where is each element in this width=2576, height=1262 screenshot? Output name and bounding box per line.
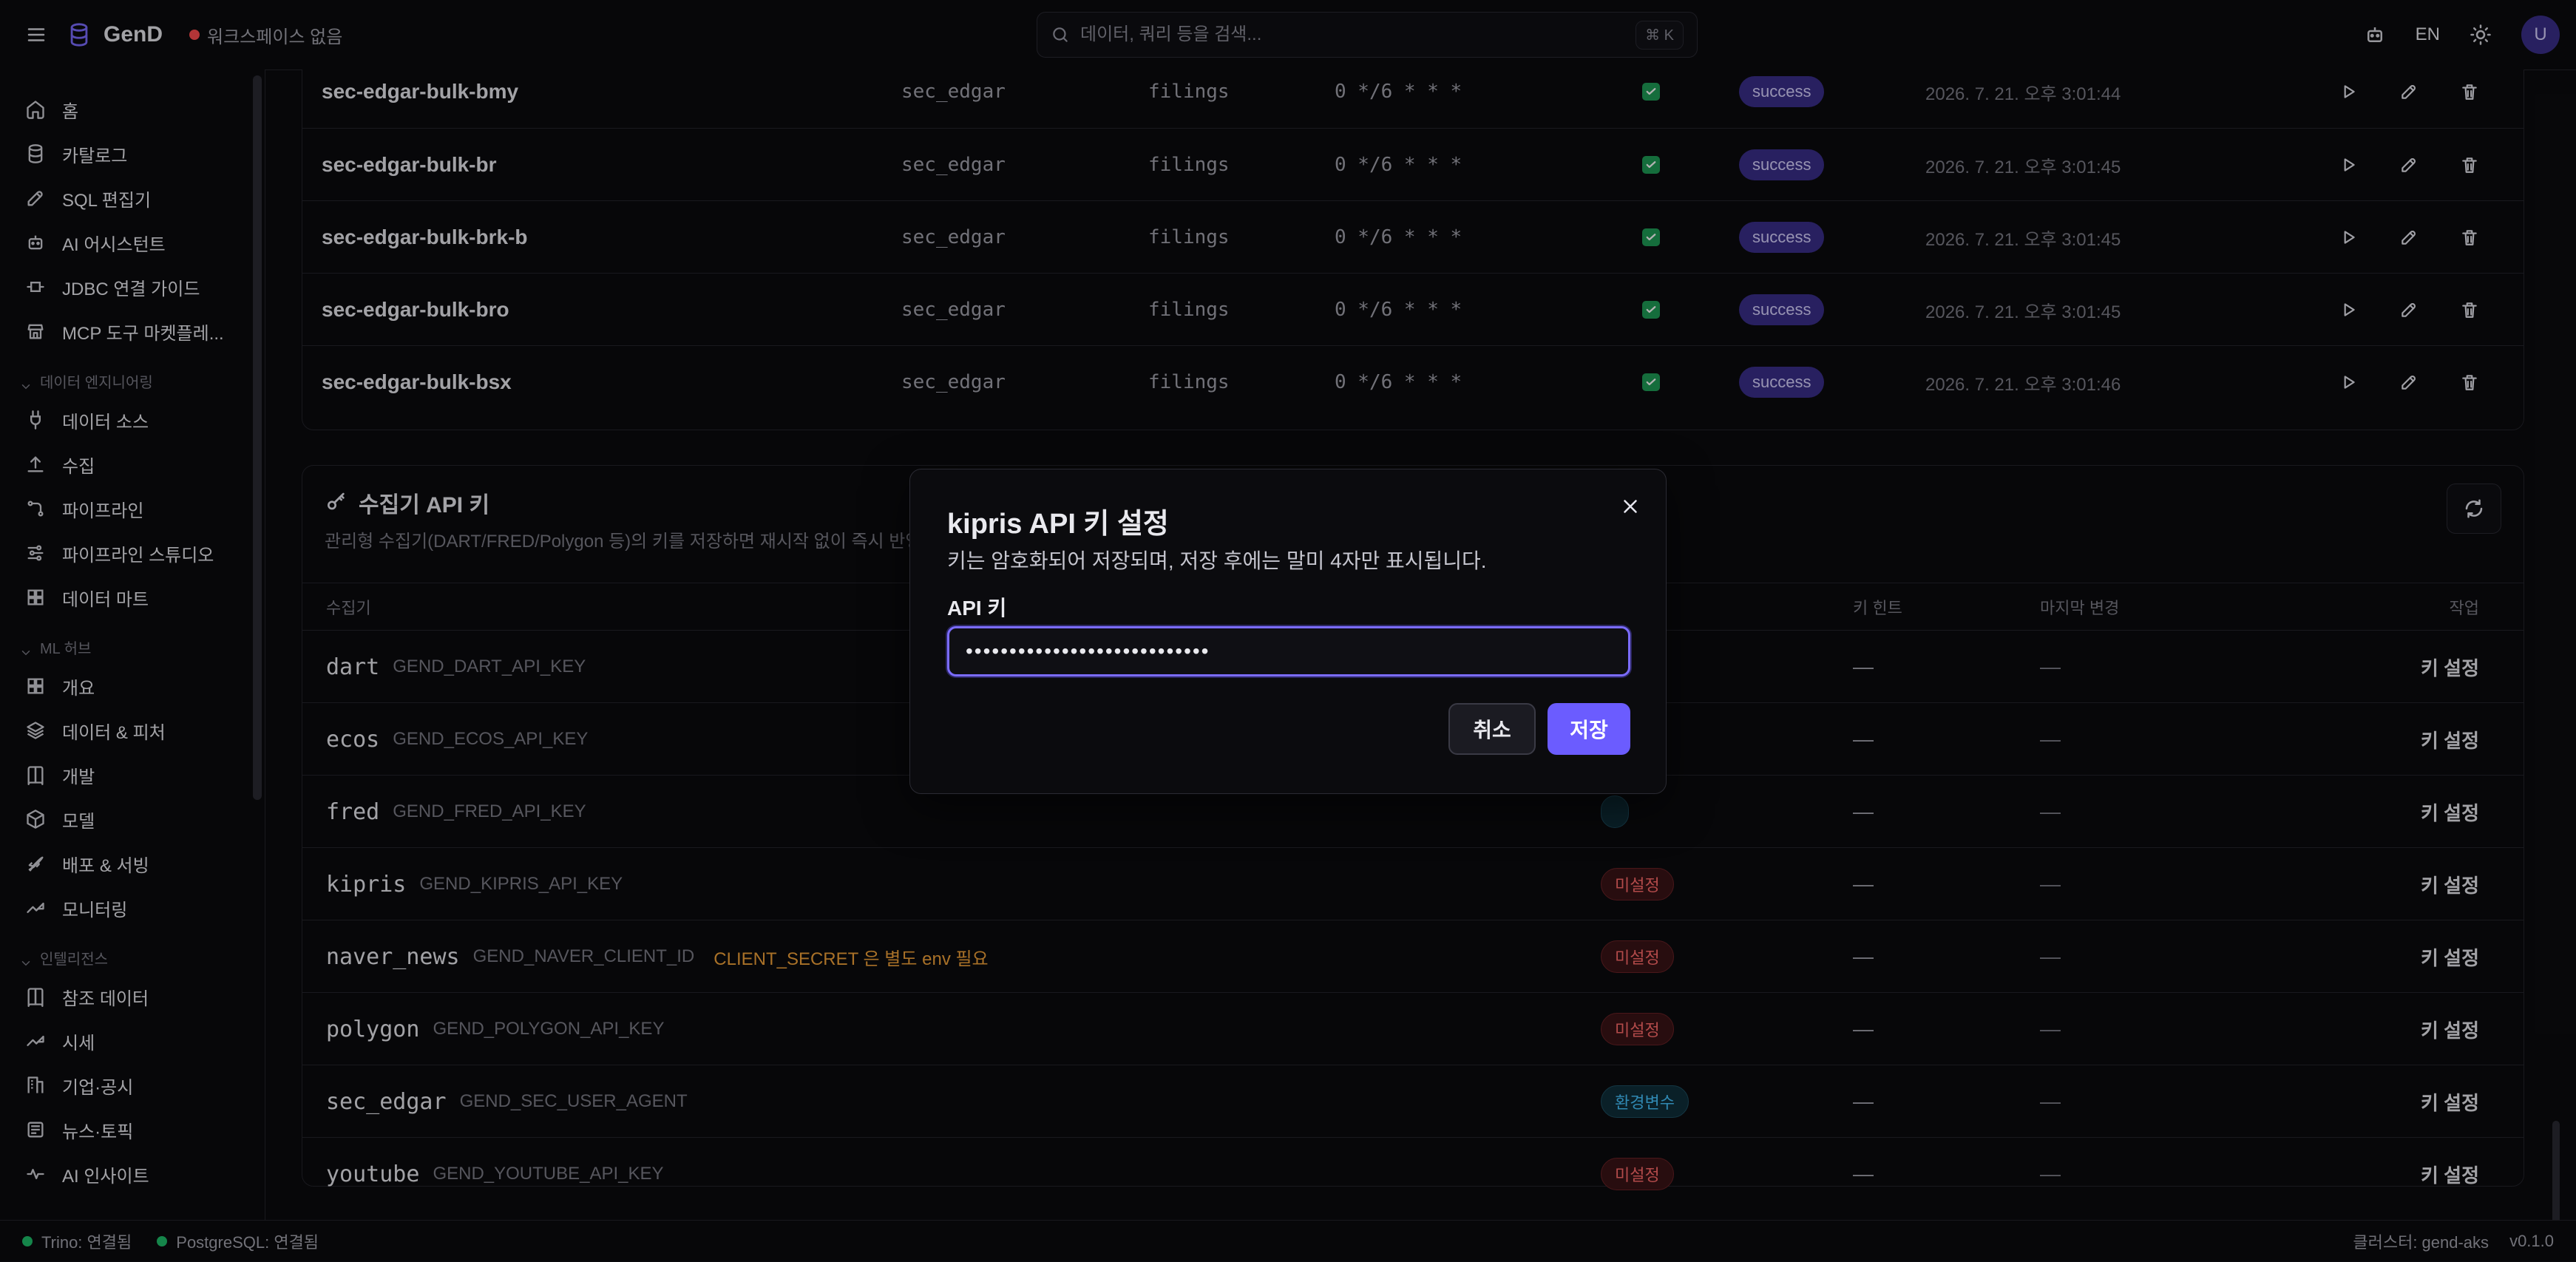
- modal-description: 키는 암호화되어 저장되며, 저장 후에는 말미 4자만 표시됩니다.: [947, 549, 1487, 572]
- api-key-input[interactable]: [966, 640, 1628, 663]
- api-key-label: API 키: [947, 597, 1007, 620]
- api-key-modal: kipris API 키 설정 키는 암호화되어 저장되며, 저장 후에는 말미…: [909, 469, 1667, 794]
- close-button[interactable]: [1614, 490, 1647, 523]
- save-button[interactable]: 저장: [1548, 703, 1630, 755]
- close-icon: [1619, 495, 1641, 518]
- cancel-button[interactable]: 취소: [1448, 703, 1536, 755]
- api-key-input-wrapper[interactable]: [947, 626, 1630, 676]
- modal-title: kipris API 키 설정: [947, 509, 1169, 540]
